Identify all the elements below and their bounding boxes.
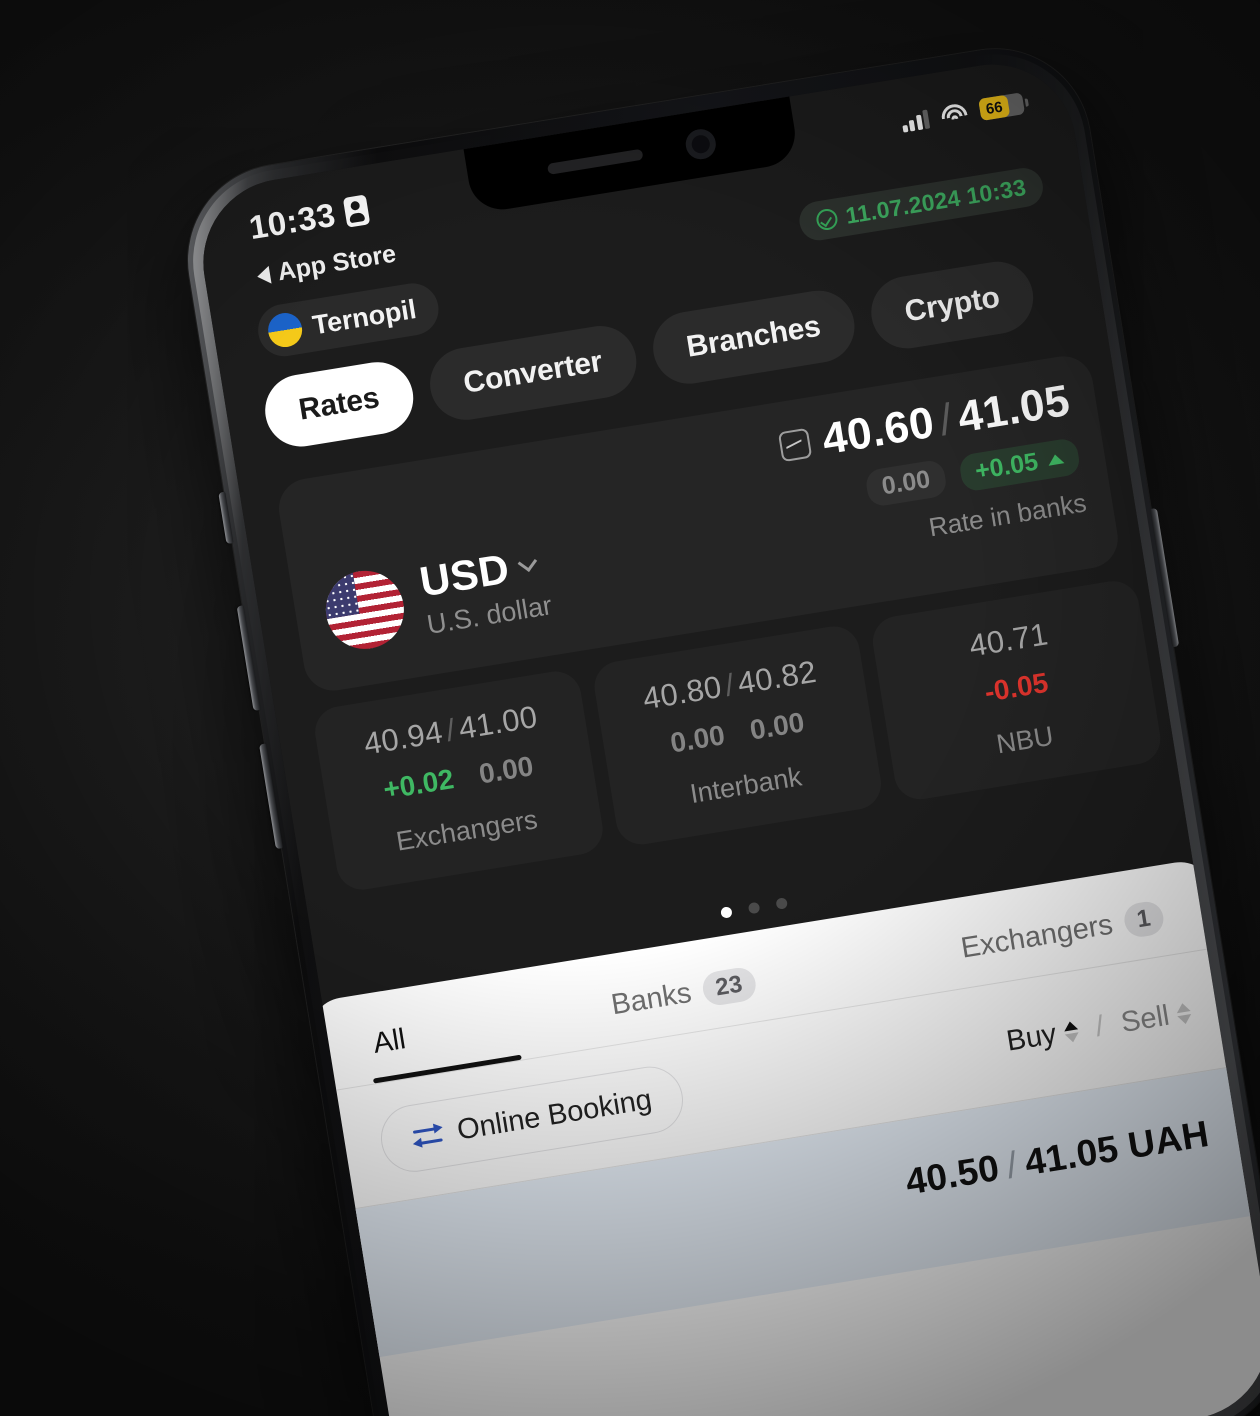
rate-card-nbu[interactable]: 40.71 -0.05 NBU <box>869 577 1165 803</box>
earpiece-speaker-icon <box>546 148 644 175</box>
currency-identity: USD U.S. dollar <box>320 539 554 657</box>
swap-arrows-icon <box>410 1121 445 1151</box>
interbank-buy: 40.80 <box>640 669 725 717</box>
tab-branches[interactable]: Branches <box>647 285 860 390</box>
delta-sell-badge: +0.05 <box>957 437 1082 493</box>
sort-by-sell[interactable]: Sell <box>1119 996 1194 1040</box>
pager-dot-3[interactable] <box>774 897 788 910</box>
screen-record-icon <box>342 194 371 228</box>
chevron-down-icon <box>517 552 537 573</box>
sort-separator: / <box>1093 1010 1107 1044</box>
ukraine-flag-icon <box>265 310 305 350</box>
interbank-delta-sell: 0.00 <box>747 706 807 746</box>
interbank-delta-buy: 0.00 <box>668 719 727 759</box>
bank-rate-values: 40.50/41.05 UAH <box>903 1113 1212 1203</box>
status-bar-right: 66 <box>900 92 1026 133</box>
pager-dot-2[interactable] <box>747 901 760 915</box>
check-circle-icon <box>814 207 839 232</box>
cellular-signal-icon <box>900 109 931 133</box>
status-time: 10:33 <box>246 195 339 247</box>
sort-controls: Buy / Sell <box>1004 996 1193 1058</box>
back-caret-icon <box>255 265 272 286</box>
sort-buy-label: Buy <box>1004 1018 1059 1058</box>
sheet-tab-all-label: All <box>370 1023 408 1060</box>
battery-percent-label: 66 <box>984 98 1004 118</box>
tab-converter[interactable]: Converter <box>424 320 642 426</box>
pager-dot-1[interactable] <box>719 906 733 919</box>
exchangers-buy: 40.94 <box>361 714 446 762</box>
sort-arrows-icon <box>1062 1020 1080 1044</box>
currency-rates: 40.60/41.05 0.00 +0.05 Rate in banks <box>776 376 1088 565</box>
bank-rate-currency: UAH <box>1125 1113 1212 1167</box>
city-label: Ternopil <box>310 293 419 340</box>
chart-line-icon[interactable] <box>777 427 813 463</box>
triangle-up-icon <box>1046 452 1065 466</box>
currency-code: USD <box>416 544 513 606</box>
delta-sell-value: +0.05 <box>973 447 1041 486</box>
front-camera-icon <box>683 126 718 162</box>
update-timestamp-label: 11.07.2024 10:33 <box>843 173 1028 229</box>
sort-arrows-icon-sell <box>1175 1002 1193 1026</box>
update-timestamp-badge: 11.07.2024 10:33 <box>796 165 1046 244</box>
online-booking-label: Online Booking <box>454 1083 655 1147</box>
status-bar-left: 10:33 <box>246 191 371 248</box>
sort-by-buy[interactable]: Buy <box>1004 1015 1080 1059</box>
sheet-tab-exchangers-badge: 1 <box>1121 899 1166 940</box>
delta-buy-badge: 0.00 <box>864 458 948 508</box>
exchangers-delta-buy: +0.02 <box>381 763 456 806</box>
nbu-delta-buy: -0.05 <box>982 666 1051 708</box>
currency-buy-rate: 40.60 <box>818 397 938 465</box>
sort-sell-label: Sell <box>1118 999 1172 1040</box>
rate-card-exchangers[interactable]: 40.94/41.00 +0.02 0.00 Exchangers <box>311 667 607 894</box>
battery-icon: 66 <box>978 92 1026 121</box>
bank-rate-buy: 40.50 <box>902 1146 1003 1203</box>
back-link-label: App Store <box>275 239 398 287</box>
currency-sell-rate: 41.05 <box>954 375 1074 443</box>
city-selector-chip[interactable]: Ternopil <box>254 279 442 361</box>
sheet-tab-banks-label: Banks <box>608 976 694 1021</box>
exchangers-delta-sell: 0.00 <box>476 750 536 790</box>
usa-flag-icon <box>320 564 410 655</box>
wifi-icon <box>939 102 969 126</box>
bank-rate-sell: 41.05 <box>1021 1127 1122 1184</box>
tab-crypto[interactable]: Crypto <box>865 256 1039 354</box>
sheet-tab-exchangers-label: Exchangers <box>958 908 1115 965</box>
interbank-sell: 40.82 <box>735 653 819 701</box>
back-to-app-store-link[interactable]: App Store <box>255 240 398 291</box>
screenshot-stage: 10:33 66 App Store Ternopil 11.07.2024 1… <box>0 0 1260 1416</box>
tab-rates[interactable]: Rates <box>259 356 419 452</box>
sheet-tab-banks-badge: 23 <box>700 965 758 1008</box>
rate-card-interbank[interactable]: 40.80/40.82 0.00 0.00 Interbank <box>590 622 886 849</box>
exchangers-sell: 41.00 <box>456 698 540 747</box>
online-booking-chip[interactable]: Online Booking <box>376 1061 688 1177</box>
bottom-sheet: All Banks 23 Exchangers 1 Online Booking… <box>306 857 1260 1416</box>
nbu-buy: 40.71 <box>966 616 1051 664</box>
